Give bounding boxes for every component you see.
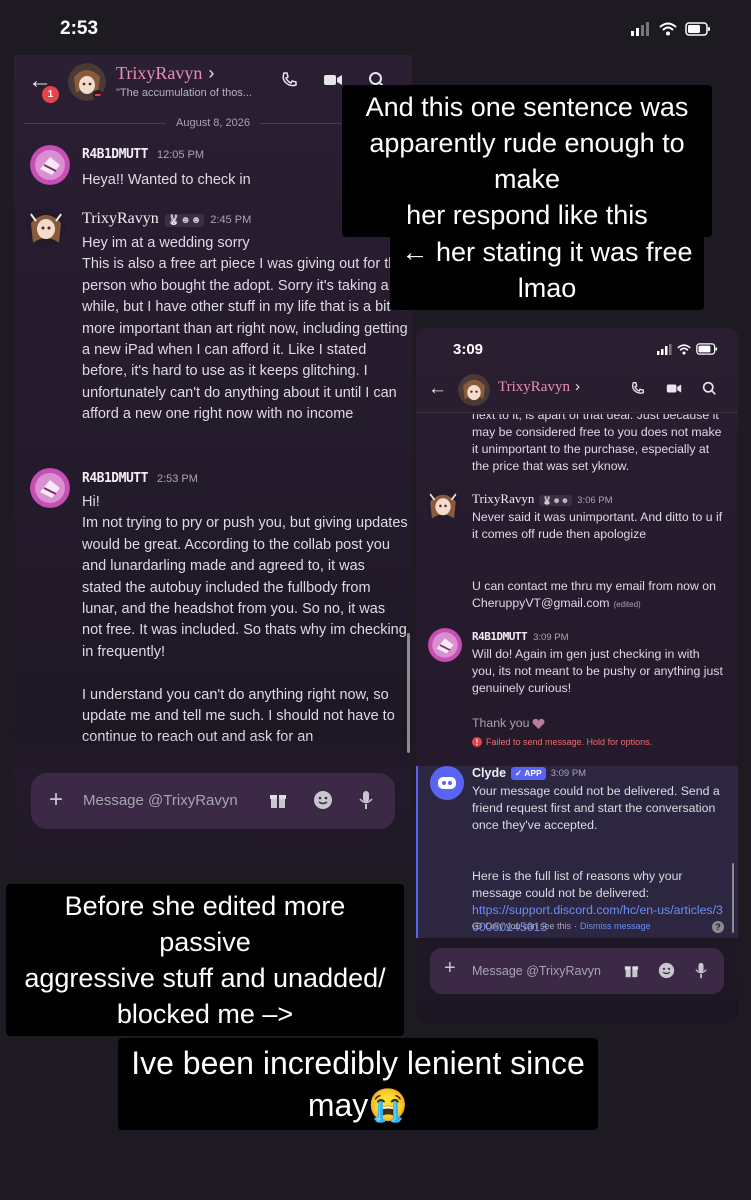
message-text: Thank you — [472, 716, 530, 730]
header-custom-status: "The accumulation of thos... — [116, 87, 252, 99]
status-icons — [657, 343, 718, 355]
message-author[interactable]: R4B1DMUTT — [82, 471, 148, 486]
scrollbar[interactable] — [732, 863, 734, 933]
pink-heart-icon — [532, 718, 545, 729]
message-text: next to it, is apart of that deal. Just … — [472, 408, 722, 473]
add-attachment-icon[interactable]: + — [444, 957, 456, 980]
avatar[interactable] — [428, 628, 462, 662]
caption-top: And this one sentence was apparently rud… — [342, 85, 712, 237]
message-author[interactable]: Clyde — [472, 766, 506, 780]
caption-bottom: Ive been incredibly lenient since may😭 — [118, 1038, 598, 1130]
message-composer[interactable]: + Message @TrixyRavyn — [430, 948, 724, 994]
dismiss-message-link[interactable]: Dismiss message — [580, 921, 651, 931]
only-you-label: Only you can see this — [485, 921, 572, 931]
microphone-icon[interactable] — [695, 962, 707, 979]
gift-icon[interactable] — [624, 963, 639, 978]
signal-icon — [631, 22, 649, 36]
robot-icon — [438, 777, 456, 789]
message-header: TrixyRavyn 🐰☻☻ 2:45 PM — [82, 210, 251, 228]
message-header: Clyde ✓ APP 3:09 PM — [472, 766, 586, 780]
message-author[interactable]: TrixyRavyn — [82, 210, 159, 228]
message-text: Will do! Again im gen just checking in w… — [472, 647, 723, 695]
message-timestamp: 12:05 PM — [156, 149, 205, 161]
message-text: Never said it was unimportant. And ditto… — [472, 510, 723, 541]
avatar[interactable] — [458, 374, 490, 406]
battery-icon — [696, 343, 718, 355]
header-username[interactable]: TrixyRavyn — [116, 63, 202, 84]
clyde-message: Clyde ✓ APP 3:09 PM Your message could n… — [416, 766, 738, 938]
message-author[interactable]: R4B1DMUTT — [82, 147, 148, 162]
message-timestamp: 3:09 PM — [533, 632, 569, 643]
message-input[interactable]: Message @TrixyRavyn — [83, 792, 238, 809]
avatar[interactable] — [430, 766, 464, 800]
battery-icon — [685, 22, 710, 36]
phone-call-icon[interactable] — [630, 381, 645, 399]
message-timestamp: 3:06 PM — [577, 495, 613, 506]
scrollbar[interactable] — [407, 633, 410, 753]
video-call-icon[interactable] — [323, 72, 343, 93]
status-icons — [631, 22, 711, 36]
avatar[interactable] — [30, 145, 70, 185]
message-timestamp: 2:53 PM — [156, 473, 198, 485]
message-input[interactable]: Message @TrixyRavyn — [472, 964, 601, 978]
message-text: Hey im at a wedding sorry This is also a… — [82, 235, 408, 423]
wifi-icon — [659, 22, 677, 36]
avatar[interactable] — [26, 207, 66, 247]
status-time: 2:53 — [60, 18, 99, 39]
eye-icon — [472, 922, 482, 930]
message-text: CheruppyVT@gmail.com — [472, 596, 610, 610]
phone-call-icon[interactable] — [280, 71, 298, 94]
right-dm-screenshot: 3:09 ← TrixyRavyn › next to it, is apart… — [416, 328, 738, 1023]
avatar[interactable] — [30, 468, 70, 508]
back-arrow-icon[interactable]: ← — [428, 378, 447, 400]
message-header: R4B1DMUTT 3:09 PM — [472, 630, 569, 643]
message-timestamp: 2:45 PM — [210, 214, 252, 226]
signal-icon — [657, 343, 672, 355]
role-icons: 🐰☻☻ — [539, 495, 573, 506]
status-time: 3:09 — [453, 341, 484, 358]
message-composer[interactable]: + Message @TrixyRavyn — [31, 773, 395, 829]
message-header: TrixyRavyn 🐰☻☻ 3:06 PM — [472, 491, 613, 507]
gift-icon[interactable] — [269, 791, 287, 809]
message-author[interactable]: R4B1DMUTT — [472, 630, 528, 643]
add-attachment-icon[interactable]: + — [49, 786, 63, 814]
emoji-icon[interactable] — [658, 962, 675, 979]
app-badge: ✓ APP — [511, 766, 546, 780]
header-username[interactable]: TrixyRavyn — [498, 379, 570, 396]
help-icon[interactable]: ? — [712, 921, 724, 933]
message-text: Hi! Im not trying to pry or push you, bu… — [82, 494, 408, 745]
role-icons: 🐰☻☻ — [164, 214, 205, 227]
caption-bottom-left: Before she edited more passive aggressiv… — [6, 884, 404, 1036]
notification-badge: 1 — [42, 86, 59, 103]
avatar[interactable] — [426, 488, 460, 522]
message-timestamp: 3:09 PM — [550, 767, 587, 779]
message-text: U can contact me thru my email from now … — [472, 579, 716, 593]
message-header: R4B1DMUTT 2:53 PM — [82, 471, 198, 486]
chevron-right-icon: › — [574, 378, 580, 395]
message-header: R4B1DMUTT 12:05 PM — [82, 147, 204, 162]
wifi-icon — [677, 343, 691, 355]
avatar[interactable] — [68, 63, 106, 101]
search-icon[interactable] — [702, 381, 717, 399]
error-icon: ! — [472, 737, 482, 747]
chevron-right-icon: › — [208, 63, 215, 83]
video-call-icon[interactable] — [666, 382, 682, 398]
status-bar: 2:53 — [0, 0, 751, 60]
microphone-icon[interactable] — [359, 790, 373, 810]
edited-label: (edited) — [613, 600, 641, 609]
date-label: August 8, 2026 — [176, 117, 251, 129]
caption-arrow-note: ← her stating it was free lmao — [390, 230, 704, 310]
message-text: Your message could not be delivered. Sen… — [472, 784, 720, 832]
failed-to-send-label: Failed to send message. Hold for options… — [486, 737, 653, 747]
message-text: Here is the full list of reasons why you… — [472, 869, 683, 900]
message-author[interactable]: TrixyRavyn — [472, 491, 534, 507]
emoji-icon[interactable] — [313, 790, 333, 810]
